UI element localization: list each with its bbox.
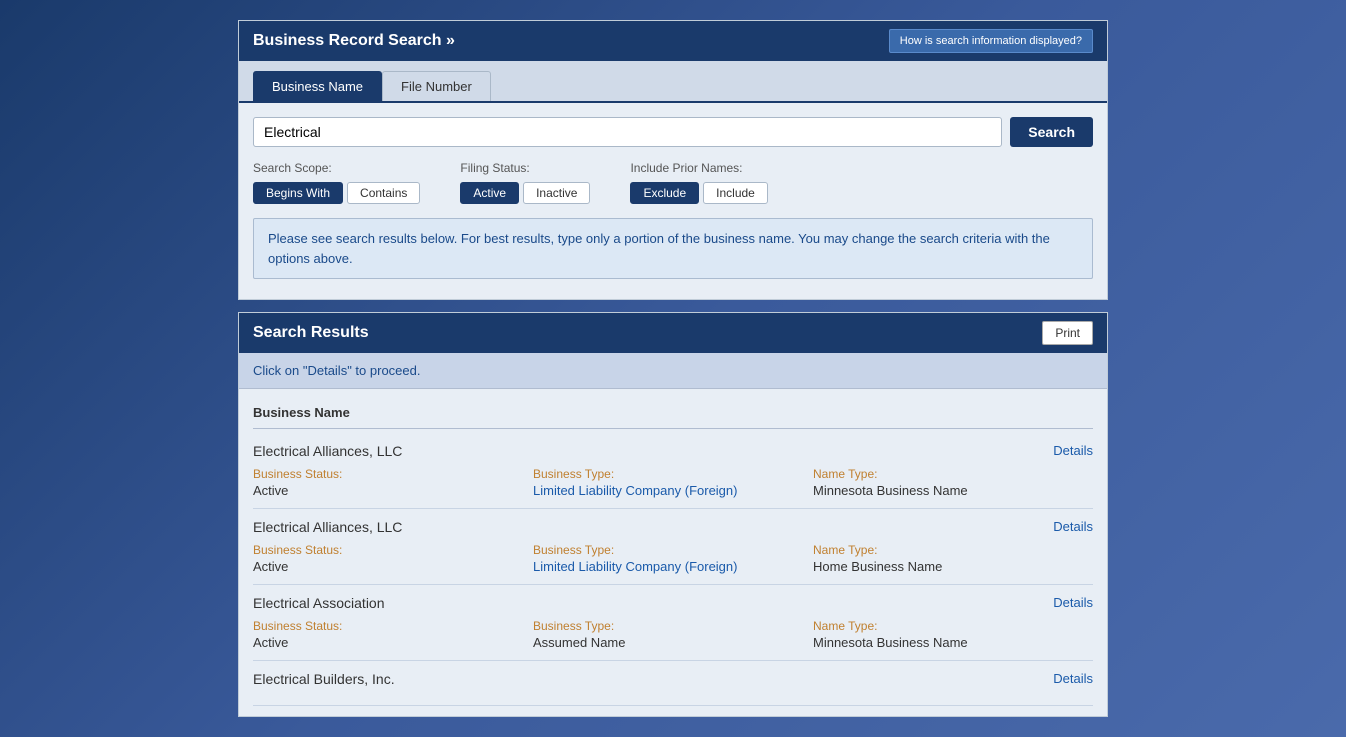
how-search-button[interactable]: How is search information displayed? <box>889 29 1093 53</box>
scope-begins-with[interactable]: Begins With <box>253 182 343 204</box>
table-row: Electrical Association Details Business … <box>253 585 1093 661</box>
name-type-label: Name Type: <box>813 467 1093 481</box>
search-row: Search <box>253 117 1093 147</box>
result-name: Electrical Association <box>253 595 385 611</box>
tab-business-name[interactable]: Business Name <box>253 71 382 101</box>
result-name: Electrical Alliances, LLC <box>253 443 402 459</box>
prior-names-label: Include Prior Names: <box>630 161 767 175</box>
meta-col-status: Business Status: Active <box>253 467 533 498</box>
results-panel: Search Results Print Click on "Details" … <box>238 312 1108 717</box>
business-type-value[interactable]: Limited Liability Company (Foreign) <box>533 483 813 498</box>
result-name: Electrical Alliances, LLC <box>253 519 402 535</box>
search-input[interactable] <box>253 117 1002 147</box>
meta-col-type: Business Type: Assumed Name <box>533 619 813 650</box>
business-status-label: Business Status: <box>253 543 533 557</box>
meta-col-nametype: Name Type: Home Business Name <box>813 543 1093 574</box>
meta-col-type: Business Type: Limited Liability Company… <box>533 543 813 574</box>
results-title: Search Results <box>253 324 369 342</box>
prior-names-group: Include Prior Names: Exclude Include <box>630 161 767 204</box>
name-type-label: Name Type: <box>813 543 1093 557</box>
results-table: Business Name Electrical Alliances, LLC … <box>239 389 1107 716</box>
business-status-label: Business Status: <box>253 467 533 481</box>
business-status-value: Active <box>253 483 533 498</box>
search-panel-title: Business Record Search » <box>253 32 455 50</box>
result-name-row: Electrical Association Details <box>253 595 1093 611</box>
business-type-label: Business Type: <box>533 543 813 557</box>
scope-contains[interactable]: Contains <box>347 182 420 204</box>
scope-buttons: Begins With Contains <box>253 182 420 204</box>
tab-file-number[interactable]: File Number <box>382 71 491 101</box>
main-container: Business Record Search » How is search i… <box>238 20 1108 717</box>
name-type-label: Name Type: <box>813 619 1093 633</box>
click-details-bar: Click on "Details" to proceed. <box>239 353 1107 389</box>
business-type-label: Business Type: <box>533 467 813 481</box>
status-active[interactable]: Active <box>460 182 519 204</box>
meta-col-type: Business Type: Limited Liability Company… <box>533 467 813 498</box>
info-message: Please see search results below. For bes… <box>253 218 1093 279</box>
meta-col-nametype: Name Type: Minnesota Business Name <box>813 467 1093 498</box>
search-button[interactable]: Search <box>1010 117 1093 147</box>
table-row: Electrical Alliances, LLC Details Busine… <box>253 433 1093 509</box>
results-header: Search Results Print <box>239 313 1107 353</box>
meta-col-status: Business Status: Active <box>253 619 533 650</box>
meta-col-nametype: Name Type: Minnesota Business Name <box>813 619 1093 650</box>
options-row: Search Scope: Begins With Contains Filin… <box>253 161 1093 204</box>
scope-group: Search Scope: Begins With Contains <box>253 161 420 204</box>
meta-col-status: Business Status: Active <box>253 543 533 574</box>
result-name-row: Electrical Builders, Inc. Details <box>253 671 1093 687</box>
result-meta: Business Status: Active Business Type: L… <box>253 543 1093 574</box>
result-meta: Business Status: Active Business Type: A… <box>253 619 1093 650</box>
filing-status-label: Filing Status: <box>460 161 590 175</box>
prior-names-include[interactable]: Include <box>703 182 768 204</box>
business-status-value: Active <box>253 635 533 650</box>
details-link[interactable]: Details <box>1053 519 1093 534</box>
business-type-value: Assumed Name <box>533 635 813 650</box>
result-meta: Business Status: Active Business Type: L… <box>253 467 1093 498</box>
business-status-value: Active <box>253 559 533 574</box>
print-button[interactable]: Print <box>1042 321 1093 345</box>
result-name-row: Electrical Alliances, LLC Details <box>253 443 1093 459</box>
filing-status-group: Filing Status: Active Inactive <box>460 161 590 204</box>
filing-status-buttons: Active Inactive <box>460 182 590 204</box>
business-status-label: Business Status: <box>253 619 533 633</box>
search-panel: Business Record Search » How is search i… <box>238 20 1108 300</box>
scope-label: Search Scope: <box>253 161 420 175</box>
details-link[interactable]: Details <box>1053 443 1093 458</box>
details-link[interactable]: Details <box>1053 671 1093 686</box>
table-row: Electrical Alliances, LLC Details Busine… <box>253 509 1093 585</box>
tab-bar: Business Name File Number <box>239 61 1107 103</box>
prior-names-exclude[interactable]: Exclude <box>630 182 699 204</box>
business-type-label: Business Type: <box>533 619 813 633</box>
search-panel-header: Business Record Search » How is search i… <box>239 21 1107 61</box>
name-type-value: Minnesota Business Name <box>813 483 1093 498</box>
search-body: Search Search Scope: Begins With Contain… <box>239 103 1107 299</box>
table-row: Electrical Builders, Inc. Details <box>253 661 1093 706</box>
status-inactive[interactable]: Inactive <box>523 182 590 204</box>
result-name-row: Electrical Alliances, LLC Details <box>253 519 1093 535</box>
prior-names-buttons: Exclude Include <box>630 182 767 204</box>
name-type-value: Home Business Name <box>813 559 1093 574</box>
details-link[interactable]: Details <box>1053 595 1093 610</box>
result-name: Electrical Builders, Inc. <box>253 671 395 687</box>
business-type-value[interactable]: Limited Liability Company (Foreign) <box>533 559 813 574</box>
name-type-value: Minnesota Business Name <box>813 635 1093 650</box>
column-header: Business Name <box>253 399 1093 429</box>
